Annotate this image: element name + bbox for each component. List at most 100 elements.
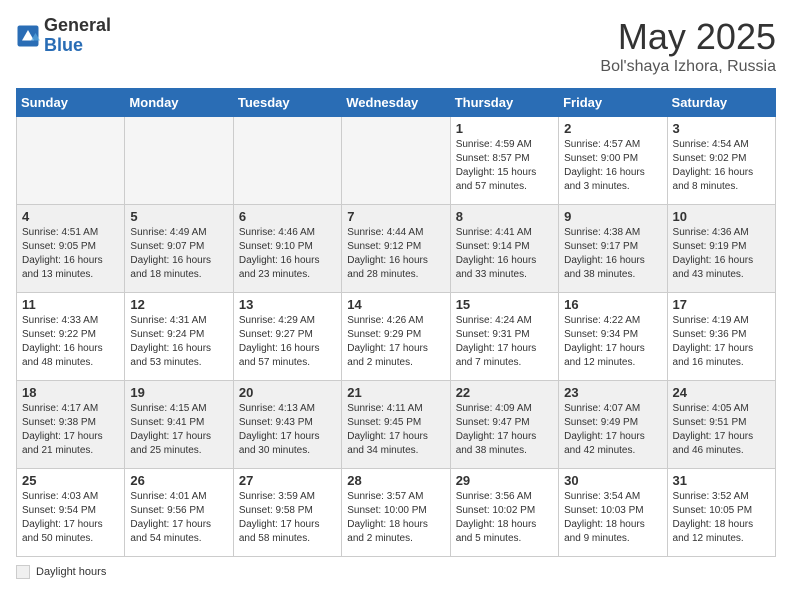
- day-number: 16: [564, 297, 661, 312]
- day-info: Sunrise: 4:51 AM Sunset: 9:05 PM Dayligh…: [22, 226, 119, 282]
- calendar-cell: 25 Sunrise: 4:03 AM Sunset: 9:54 PM Dayli…: [17, 469, 125, 557]
- day-info: Sunrise: 4:03 AM Sunset: 9:54 PM Dayligh…: [22, 490, 119, 546]
- logo: General Blue: [16, 16, 111, 56]
- day-header: Saturday: [667, 89, 775, 117]
- day-number: 14: [347, 297, 444, 312]
- day-info: Sunrise: 4:13 AM Sunset: 9:43 PM Dayligh…: [239, 402, 336, 458]
- day-number: 3: [673, 121, 770, 136]
- day-number: 8: [456, 209, 553, 224]
- day-number: 26: [130, 473, 227, 488]
- day-number: 25: [22, 473, 119, 488]
- day-number: 15: [456, 297, 553, 312]
- logo-icon: [16, 24, 40, 48]
- calendar-table: SundayMondayTuesdayWednesdayThursdayFrid…: [16, 88, 776, 557]
- day-header: Sunday: [17, 89, 125, 117]
- day-info: Sunrise: 4:36 AM Sunset: 9:19 PM Dayligh…: [673, 226, 770, 282]
- day-number: 21: [347, 385, 444, 400]
- day-info: Sunrise: 4:01 AM Sunset: 9:56 PM Dayligh…: [130, 490, 227, 546]
- day-info: Sunrise: 3:54 AM Sunset: 10:03 PM Daylig…: [564, 490, 661, 546]
- footer: Daylight hours: [16, 565, 776, 579]
- day-info: Sunrise: 4:22 AM Sunset: 9:34 PM Dayligh…: [564, 314, 661, 370]
- calendar-cell: 7Sunrise: 4:44 AM Sunset: 9:12 PM Daylig…: [342, 205, 450, 293]
- calendar-cell: 10Sunrise: 4:36 AM Sunset: 9:19 PM Dayli…: [667, 205, 775, 293]
- day-header: Thursday: [450, 89, 558, 117]
- calendar-week-row: 1 Sunrise: 4:59 AM Sunset: 8:57 PM Daylig…: [17, 117, 776, 205]
- day-info: Sunrise: 4:07 AM Sunset: 9:49 PM Dayligh…: [564, 402, 661, 458]
- day-header: Monday: [125, 89, 233, 117]
- calendar-cell: 16 Sunrise: 4:22 AM Sunset: 9:34 PM Dayli…: [559, 293, 667, 381]
- day-info: Sunrise: 4:24 AM Sunset: 9:31 PM Dayligh…: [456, 314, 553, 370]
- logo-blue: Blue: [44, 35, 83, 55]
- day-header: Tuesday: [233, 89, 341, 117]
- day-number: 22: [456, 385, 553, 400]
- day-number: 5: [130, 209, 227, 224]
- calendar-cell: [17, 117, 125, 205]
- day-number: 12: [130, 297, 227, 312]
- day-number: 20: [239, 385, 336, 400]
- day-number: 6: [239, 209, 336, 224]
- day-info: Sunrise: 4:31 AM Sunset: 9:24 PM Dayligh…: [130, 314, 227, 370]
- day-number: 24: [673, 385, 770, 400]
- day-number: 11: [22, 297, 119, 312]
- calendar-cell: 31 Sunrise: 3:52 AM Sunset: 10:05 PM Dayl…: [667, 469, 775, 557]
- calendar-cell: 2 Sunrise: 4:57 AM Sunset: 9:00 PM Daylig…: [559, 117, 667, 205]
- day-info: Sunrise: 3:52 AM Sunset: 10:05 PM Daylig…: [673, 490, 770, 546]
- day-number: 19: [130, 385, 227, 400]
- day-info: Sunrise: 4:57 AM Sunset: 9:00 PM Dayligh…: [564, 138, 661, 194]
- day-number: 9: [564, 209, 661, 224]
- calendar-cell: 24 Sunrise: 4:05 AM Sunset: 9:51 PM Dayli…: [667, 381, 775, 469]
- calendar-cell: 23 Sunrise: 4:07 AM Sunset: 9:49 PM Dayli…: [559, 381, 667, 469]
- day-info: Sunrise: 3:56 AM Sunset: 10:02 PM Daylig…: [456, 490, 553, 546]
- calendar-cell: 26 Sunrise: 4:01 AM Sunset: 9:56 PM Dayli…: [125, 469, 233, 557]
- day-info: Sunrise: 4:38 AM Sunset: 9:17 PM Dayligh…: [564, 226, 661, 282]
- day-info: Sunrise: 4:19 AM Sunset: 9:36 PM Dayligh…: [673, 314, 770, 370]
- day-info: Sunrise: 4:49 AM Sunset: 9:07 PM Dayligh…: [130, 226, 227, 282]
- calendar-cell: 17Sunrise: 4:19 AM Sunset: 9:36 PM Dayli…: [667, 293, 775, 381]
- calendar-cell: 6 Sunrise: 4:46 AM Sunset: 9:10 PM Daylig…: [233, 205, 341, 293]
- day-number: 28: [347, 473, 444, 488]
- calendar-cell: 22 Sunrise: 4:09 AM Sunset: 9:47 PM Dayli…: [450, 381, 558, 469]
- day-number: 30: [564, 473, 661, 488]
- day-info: Sunrise: 4:59 AM Sunset: 8:57 PM Dayligh…: [456, 138, 553, 194]
- calendar-cell: 20 Sunrise: 4:13 AM Sunset: 9:43 PM Dayli…: [233, 381, 341, 469]
- calendar-cell: 14 Sunrise: 4:26 AM Sunset: 9:29 PM Dayli…: [342, 293, 450, 381]
- day-number: 27: [239, 473, 336, 488]
- day-info: Sunrise: 4:54 AM Sunset: 9:02 PM Dayligh…: [673, 138, 770, 194]
- title-month: May 2025: [600, 16, 776, 58]
- calendar-week-row: 11 Sunrise: 4:33 AM Sunset: 9:22 PM Dayli…: [17, 293, 776, 381]
- day-info: Sunrise: 4:09 AM Sunset: 9:47 PM Dayligh…: [456, 402, 553, 458]
- calendar-cell: 12 Sunrise: 4:31 AM Sunset: 9:24 PM Dayli…: [125, 293, 233, 381]
- day-number: 13: [239, 297, 336, 312]
- day-info: Sunrise: 4:33 AM Sunset: 9:22 PM Dayligh…: [22, 314, 119, 370]
- calendar-cell: 29 Sunrise: 3:56 AM Sunset: 10:02 PM Dayl…: [450, 469, 558, 557]
- day-number: 23: [564, 385, 661, 400]
- day-number: 29: [456, 473, 553, 488]
- calendar-cell: 27 Sunrise: 3:59 AM Sunset: 9:58 PM Dayli…: [233, 469, 341, 557]
- day-info: Sunrise: 3:57 AM Sunset: 10:00 PM Daylig…: [347, 490, 444, 546]
- day-info: Sunrise: 4:11 AM Sunset: 9:45 PM Dayligh…: [347, 402, 444, 458]
- day-info: Sunrise: 4:15 AM Sunset: 9:41 PM Dayligh…: [130, 402, 227, 458]
- day-number: 31: [673, 473, 770, 488]
- day-info: Sunrise: 4:46 AM Sunset: 9:10 PM Dayligh…: [239, 226, 336, 282]
- day-number: 1: [456, 121, 553, 136]
- calendar-cell: 18 Sunrise: 4:17 AM Sunset: 9:38 PM Dayli…: [17, 381, 125, 469]
- calendar-cell: 1 Sunrise: 4:59 AM Sunset: 8:57 PM Daylig…: [450, 117, 558, 205]
- day-info: Sunrise: 4:05 AM Sunset: 9:51 PM Dayligh…: [673, 402, 770, 458]
- calendar-cell: 13Sunrise: 4:29 AM Sunset: 9:27 PM Dayli…: [233, 293, 341, 381]
- calendar-cell: 5 Sunrise: 4:49 AM Sunset: 9:07 PM Daylig…: [125, 205, 233, 293]
- day-info: Sunrise: 4:26 AM Sunset: 9:29 PM Dayligh…: [347, 314, 444, 370]
- calendar-cell: 3 Sunrise: 4:54 AM Sunset: 9:02 PM Daylig…: [667, 117, 775, 205]
- day-number: 7: [347, 209, 444, 224]
- day-number: 18: [22, 385, 119, 400]
- day-header: Friday: [559, 89, 667, 117]
- day-info: Sunrise: 4:17 AM Sunset: 9:38 PM Dayligh…: [22, 402, 119, 458]
- day-info: Sunrise: 3:59 AM Sunset: 9:58 PM Dayligh…: [239, 490, 336, 546]
- page-header: General Blue May 2025 Bol'shaya Izhora, …: [16, 16, 776, 76]
- day-header: Wednesday: [342, 89, 450, 117]
- calendar-week-row: 4Sunrise: 4:51 AM Sunset: 9:05 PM Daylig…: [17, 205, 776, 293]
- calendar-week-row: 18 Sunrise: 4:17 AM Sunset: 9:38 PM Dayli…: [17, 381, 776, 469]
- calendar-cell: 4Sunrise: 4:51 AM Sunset: 9:05 PM Daylig…: [17, 205, 125, 293]
- calendar-cell: 9 Sunrise: 4:38 AM Sunset: 9:17 PM Daylig…: [559, 205, 667, 293]
- day-number: 2: [564, 121, 661, 136]
- calendar-cell: 19 Sunrise: 4:15 AM Sunset: 9:41 PM Dayli…: [125, 381, 233, 469]
